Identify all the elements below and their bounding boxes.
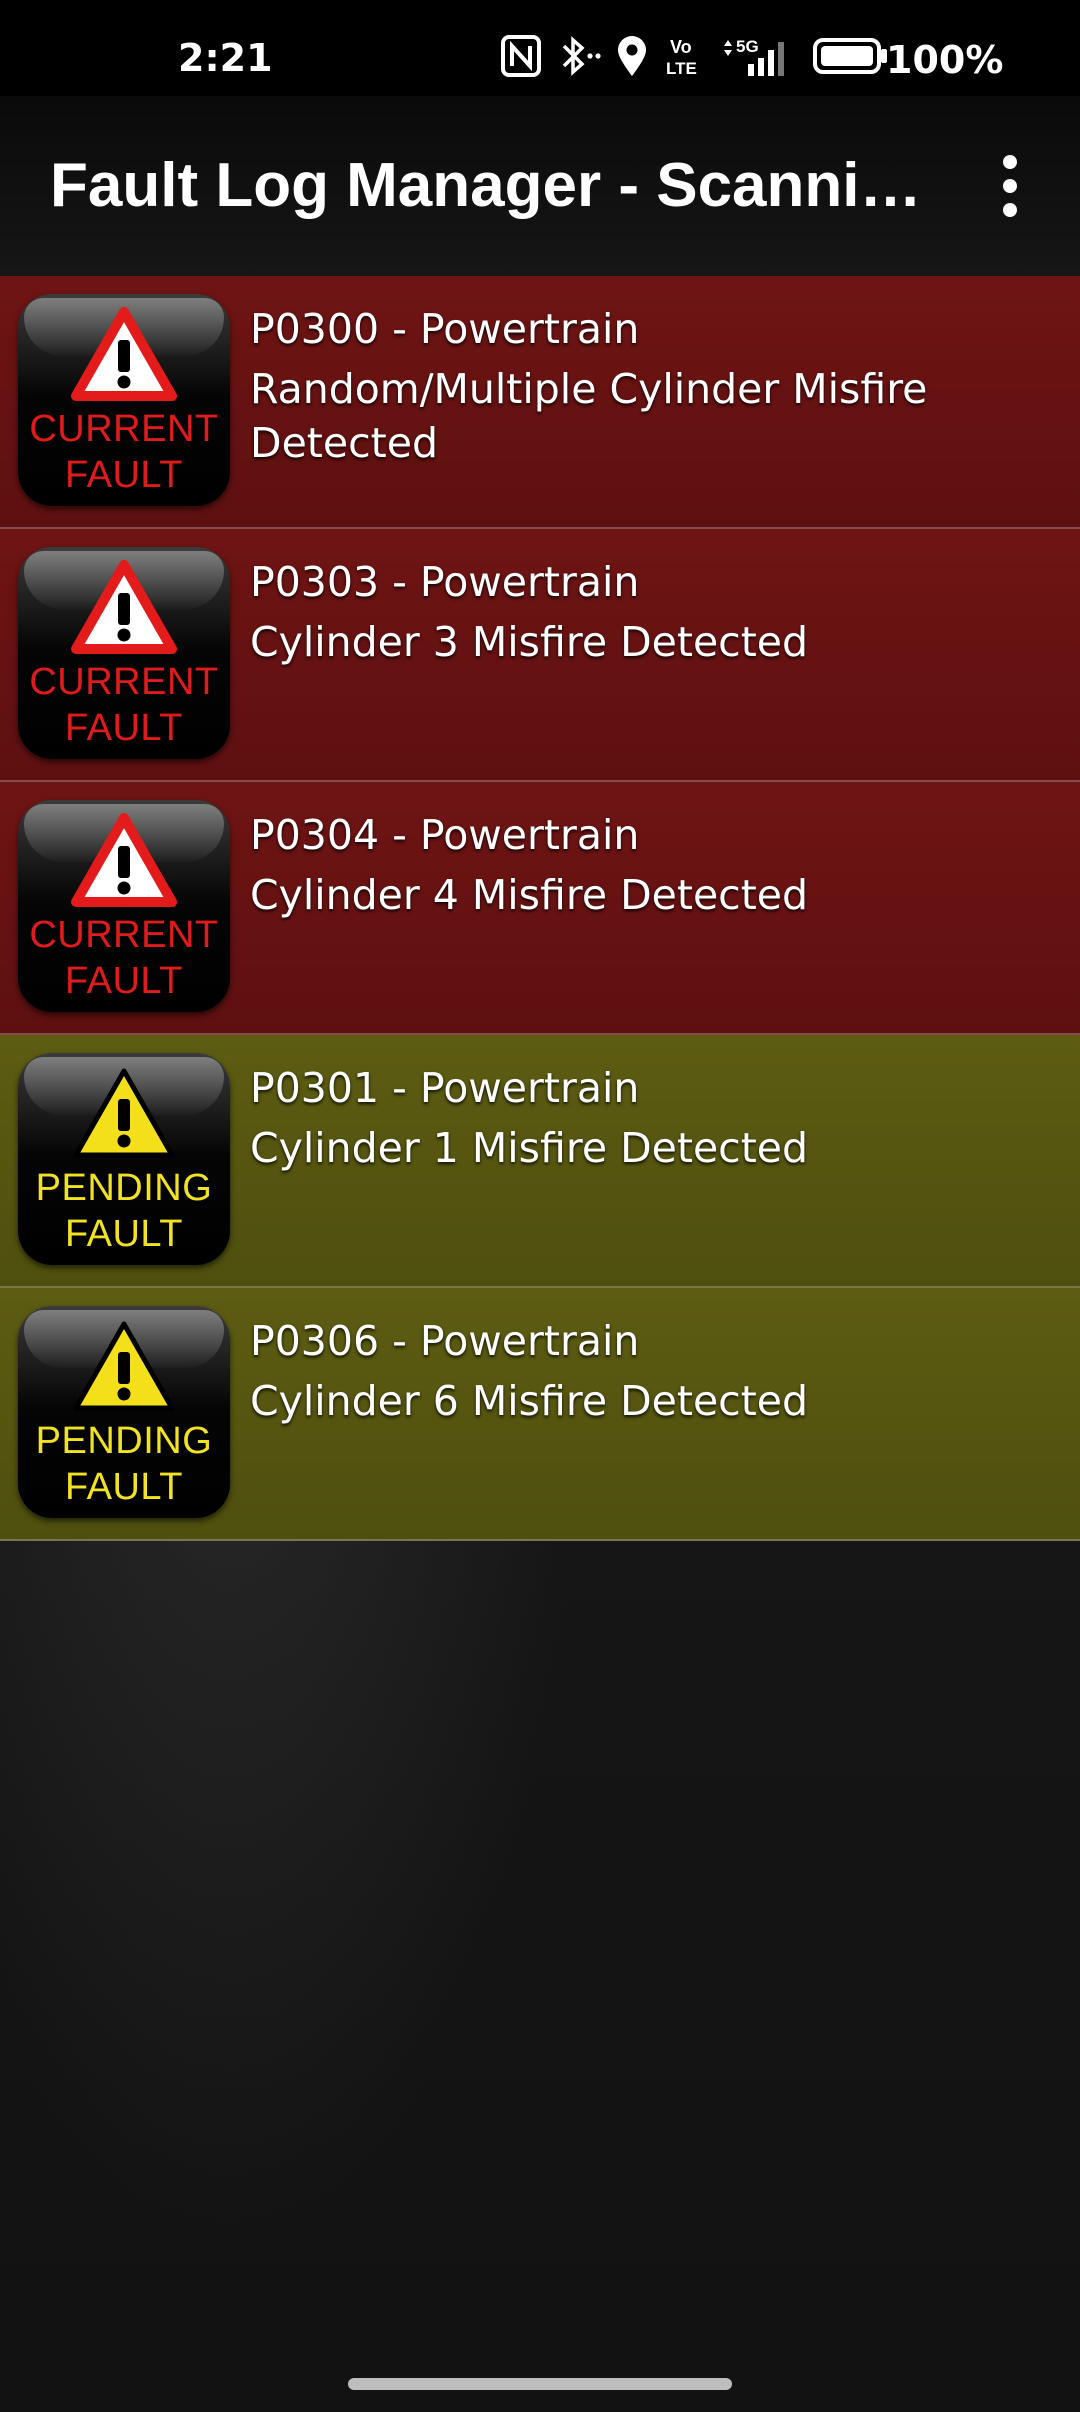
pending-fault-badge: PENDING FAULT <box>18 1053 230 1265</box>
fault-text: P0300 - Powertrain Random/Multiple Cylin… <box>250 302 1050 470</box>
nfc-icon <box>501 35 541 77</box>
fault-row[interactable]: PENDING FAULT P0306 - Powertrain Cylinde… <box>0 1288 1080 1541</box>
warning-triangle-icon <box>73 1321 175 1411</box>
badge-label: PENDING <box>35 1167 213 1209</box>
fault-code: P0300 - Powertrain <box>250 305 640 353</box>
fault-text: P0303 - Powertrain Cylinder 3 Misfire De… <box>250 555 1050 669</box>
svg-text:Vo: Vo <box>670 37 692 57</box>
badge-label: FAULT <box>65 707 183 749</box>
current-fault-badge: CURRENT FAULT <box>18 294 230 506</box>
bluetooth-icon <box>562 36 601 76</box>
battery-percent: 100% <box>886 38 1004 82</box>
status-icons: Vo LTE 5G <box>500 34 890 78</box>
fault-description: Cylinder 4 Misfire Detected <box>250 871 809 919</box>
warning-triangle-icon <box>71 813 177 907</box>
fault-row[interactable]: PENDING FAULT P0301 - Powertrain Cylinde… <box>0 1035 1080 1288</box>
badge-label: CURRENT <box>29 914 219 956</box>
location-icon <box>618 36 646 76</box>
fault-description: Cylinder 3 Misfire Detected <box>250 618 809 666</box>
volte-icon: Vo LTE <box>666 37 697 78</box>
badge-label: FAULT <box>65 454 183 496</box>
badge-label: FAULT <box>65 1213 183 1255</box>
fault-code: P0306 - Powertrain <box>250 1317 640 1365</box>
warning-triangle-icon <box>73 1068 175 1158</box>
status-bar: 2:21 Vo LTE 5G 100% <box>0 0 1080 96</box>
fault-code: P0303 - Powertrain <box>250 558 640 606</box>
fault-code: P0301 - Powertrain <box>250 1064 640 1112</box>
app-bar: Fault Log Manager - Scanning... <box>0 96 1080 276</box>
status-time: 2:21 <box>178 36 273 80</box>
warning-triangle-icon <box>71 560 177 654</box>
warning-triangle-icon <box>71 307 177 401</box>
fault-text: P0301 - Powertrain Cylinder 1 Misfire De… <box>250 1061 1050 1175</box>
home-indicator[interactable] <box>348 2378 732 2390</box>
fault-description: Random/Multiple Cylinder Misfire Detecte… <box>250 365 928 467</box>
more-vert-icon <box>1003 155 1017 169</box>
badge-label: CURRENT <box>29 408 219 450</box>
badge-label: CURRENT <box>29 661 219 703</box>
pending-fault-badge: PENDING FAULT <box>18 1306 230 1518</box>
svg-text:LTE: LTE <box>666 59 697 78</box>
badge-label: FAULT <box>65 1466 183 1508</box>
current-fault-badge: CURRENT FAULT <box>18 800 230 1012</box>
fault-row[interactable]: CURRENT FAULT P0300 - Powertrain Random/… <box>0 276 1080 529</box>
5g-signal-icon: 5G <box>724 37 784 76</box>
fault-list: CURRENT FAULT P0300 - Powertrain Random/… <box>0 276 1080 1541</box>
fault-description: Cylinder 6 Misfire Detected <box>250 1377 809 1425</box>
fault-code: P0304 - Powertrain <box>250 811 640 859</box>
battery-icon <box>813 38 887 74</box>
fault-text: P0304 - Powertrain Cylinder 4 Misfire De… <box>250 808 1050 922</box>
screen: 2:21 Vo LTE 5G 100% Fault Log Manager - … <box>0 0 1080 2412</box>
fault-description: Cylinder 1 Misfire Detected <box>250 1124 809 1172</box>
fault-text: P0306 - Powertrain Cylinder 6 Misfire De… <box>250 1314 1050 1428</box>
page-title: Fault Log Manager - Scanning... <box>50 151 940 220</box>
badge-label: PENDING <box>35 1420 213 1462</box>
badge-label: FAULT <box>65 960 183 1002</box>
fault-row[interactable]: CURRENT FAULT P0304 - Powertrain Cylinde… <box>0 782 1080 1035</box>
svg-text:5G: 5G <box>736 37 759 56</box>
current-fault-badge: CURRENT FAULT <box>18 547 230 759</box>
fault-row[interactable]: CURRENT FAULT P0303 - Powertrain Cylinde… <box>0 529 1080 782</box>
more-options-button[interactable] <box>980 146 1040 226</box>
